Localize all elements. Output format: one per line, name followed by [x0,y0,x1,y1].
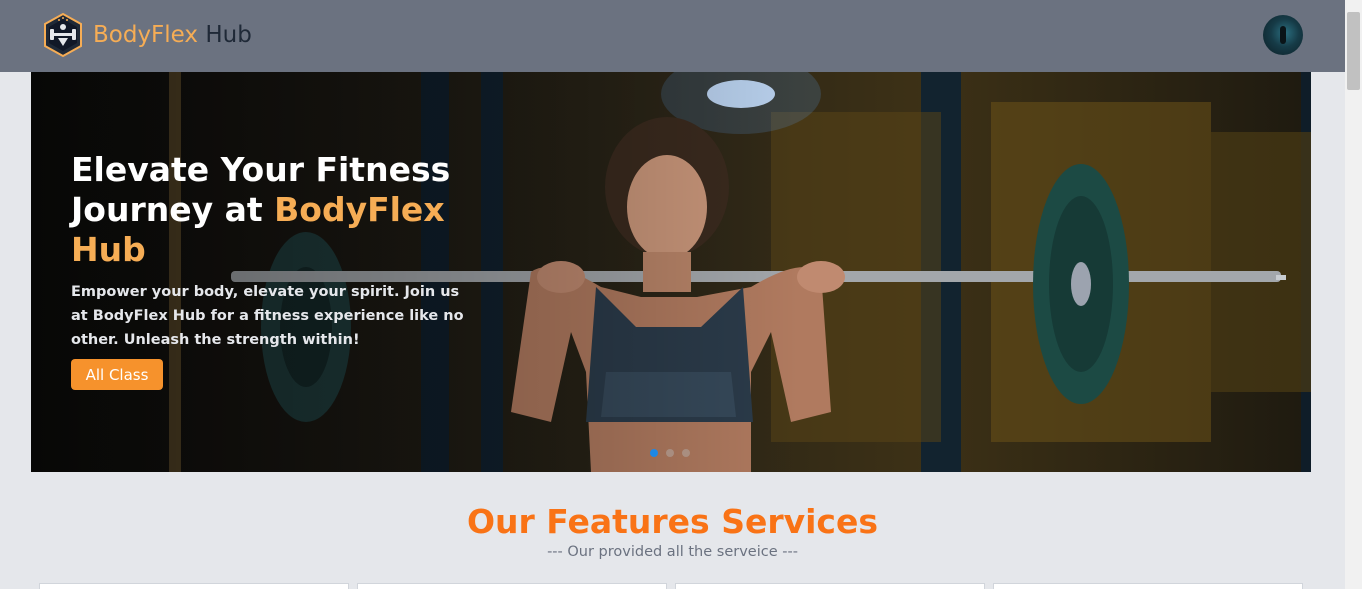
brand-primary: BodyFlex [93,22,199,48]
brand-name[interactable]: BodyFlex Hub [93,22,252,48]
features-subtitle: --- Our provided all the serveice --- [547,544,798,560]
all-class-button[interactable]: All Class [71,359,163,390]
feature-card[interactable] [39,583,349,589]
navbar: BodyFlex Hub [0,0,1345,72]
dumbbell-shield-icon[interactable] [42,12,84,58]
scrollbar-thumb[interactable] [1347,12,1360,90]
carousel-dot-1[interactable] [650,449,658,457]
brand-secondary: Hub [205,22,252,48]
hero-title: Elevate Your Fitness Journey at BodyFlex… [71,150,451,270]
carousel-indicators [650,449,690,457]
user-avatar[interactable] [1263,15,1303,55]
hero-description: Empower your body, elevate your spirit. … [71,284,464,348]
features-title: Our Features Services [466,502,879,541]
feature-card[interactable] [675,583,985,589]
feature-card[interactable] [993,583,1303,589]
carousel-dot-3[interactable] [682,449,690,457]
feature-card[interactable] [357,583,667,589]
hero-carousel: Elevate Your Fitness Journey at BodyFlex… [31,72,1311,472]
page-scrollbar[interactable] [1345,0,1362,589]
carousel-dot-2[interactable] [666,449,674,457]
